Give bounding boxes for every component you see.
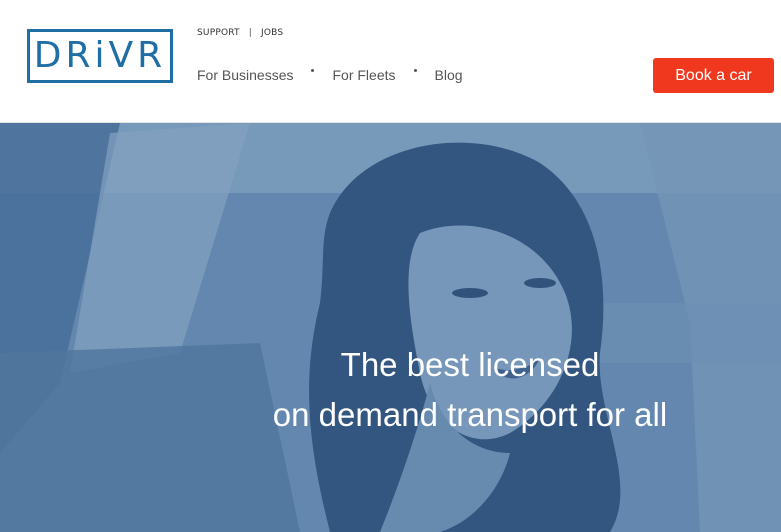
utility-nav: SUPPORT | JOBS (197, 28, 283, 38)
hero-section: The best licensed on demand transport fo… (0, 123, 781, 532)
nav-for-fleets[interactable]: For Fleets (332, 67, 395, 83)
hero-headline-line2: on demand transport for all (272, 396, 668, 433)
main-nav: For Businesses For Fleets Blog (197, 67, 463, 83)
drivr-logo[interactable]: DRiVR (27, 29, 173, 83)
hero-background-image (0, 123, 781, 532)
hero-headline: The best licensed on demand transport fo… (200, 340, 740, 440)
jobs-link[interactable]: JOBS (261, 28, 283, 38)
utility-separator: | (248, 28, 252, 38)
nav-blog[interactable]: Blog (435, 67, 463, 83)
nav-for-businesses[interactable]: For Businesses (197, 67, 293, 83)
site-header: DRiVR SUPPORT | JOBS For Businesses For … (0, 0, 781, 123)
nav-dot-separator (413, 68, 417, 72)
book-a-car-button[interactable]: Book a car (653, 58, 774, 93)
nav-dot-separator (311, 68, 315, 72)
hero-headline-line1: The best licensed (340, 346, 600, 383)
support-link[interactable]: SUPPORT (197, 28, 240, 38)
